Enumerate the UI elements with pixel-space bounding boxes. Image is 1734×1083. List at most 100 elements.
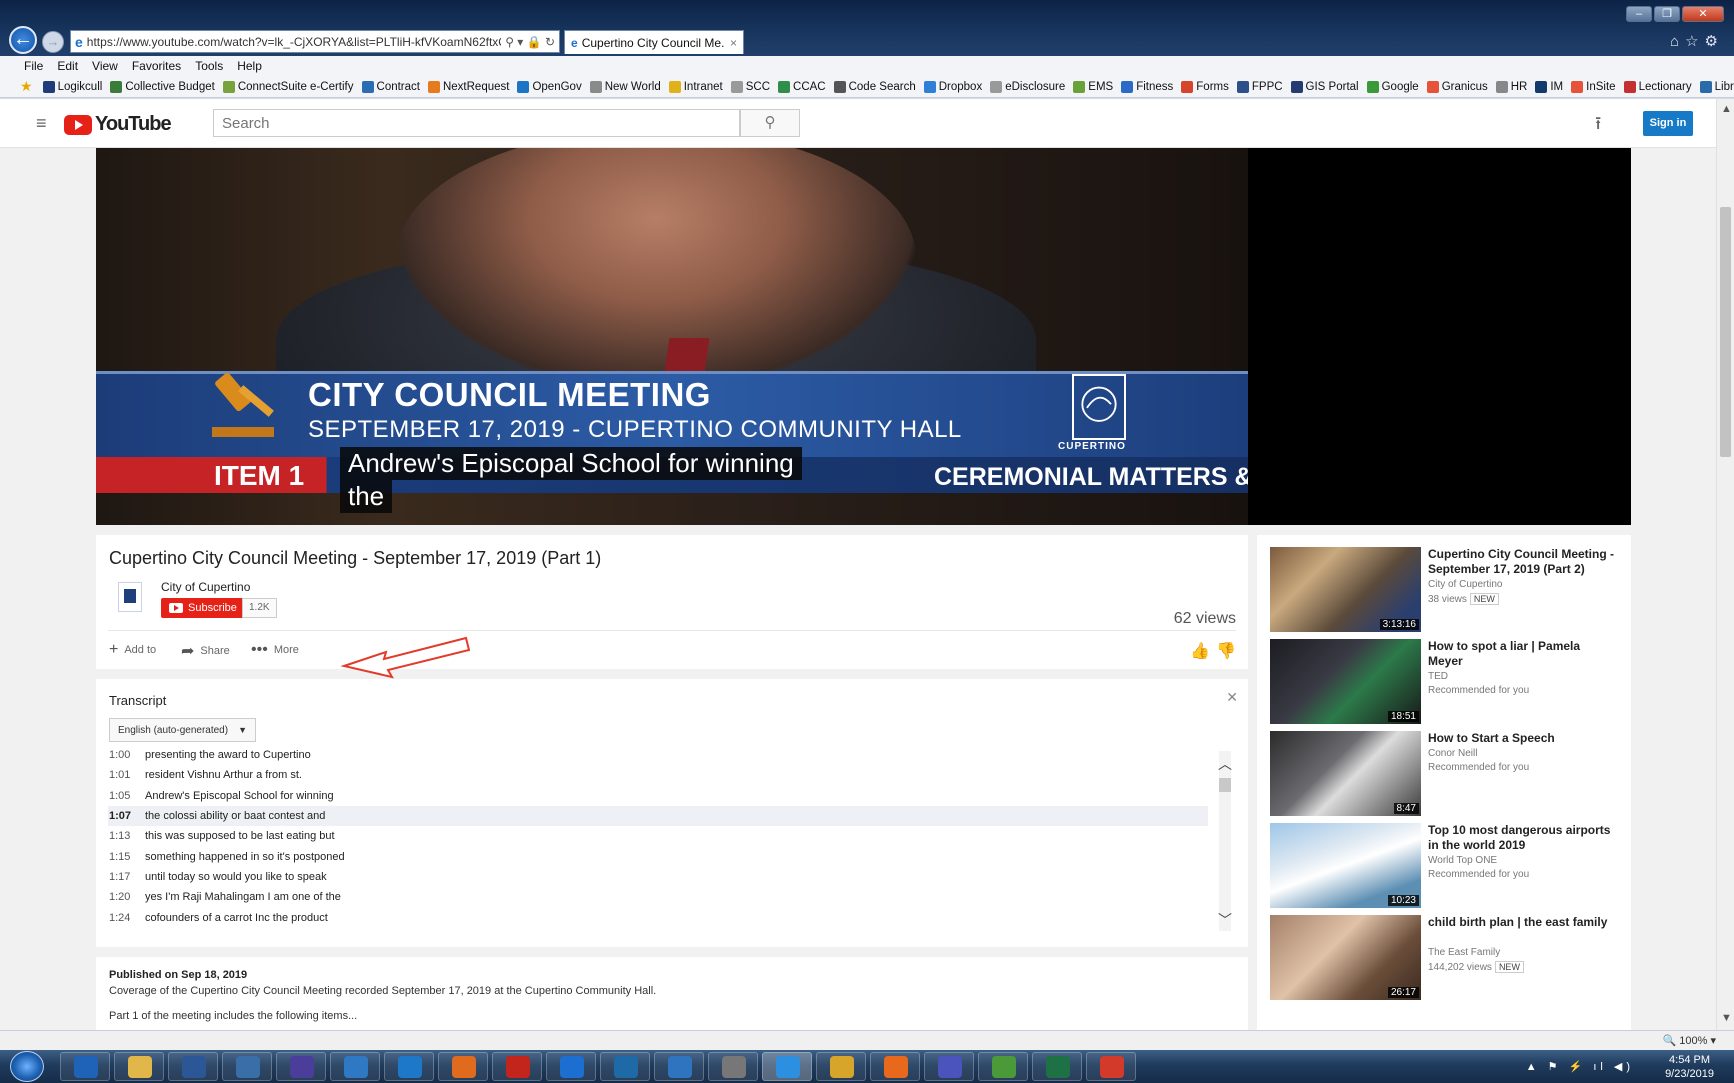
favorite-logikcull[interactable]: Logikcull (42, 80, 102, 93)
recommended-video[interactable]: 26:17 child birth plan | the east family T… (1270, 915, 1620, 1000)
transcript-cue[interactable]: 1:20 yes I'm Raji Mahalingam I am one of … (108, 887, 1208, 907)
menu-item-edit[interactable]: Edit (57, 59, 78, 73)
favorite-gis-portal[interactable]: GIS Portal (1290, 80, 1359, 93)
favorite-fppc[interactable]: FPPC (1236, 80, 1283, 93)
transcript-cue[interactable]: 1:00 presenting the award to Cupertino (108, 745, 1208, 765)
taskbar-firefox[interactable] (870, 1052, 920, 1081)
taskbar-app-runner[interactable] (330, 1052, 380, 1081)
favorite-ems[interactable]: EMS (1073, 80, 1113, 93)
taskbar-app-globe[interactable] (600, 1052, 650, 1081)
recommended-video[interactable]: 3:13:16 Cupertino City Council Meeting - … (1270, 547, 1620, 632)
chevron-down-icon[interactable]: ﹀ (1218, 910, 1232, 930)
channel-avatar[interactable] (118, 582, 142, 612)
sign-in-button[interactable]: Sign in (1643, 111, 1693, 136)
hamburger-menu-icon[interactable]: ≡ (36, 113, 47, 134)
favorite-connectsuite-e-certify[interactable]: ConnectSuite e-Certify (222, 80, 354, 93)
favorite-contract[interactable]: Contract (361, 80, 420, 93)
search-button[interactable]: ⚲ (740, 109, 800, 137)
chevron-up-icon[interactable]: ︿ (1218, 754, 1232, 774)
favorite-granicus[interactable]: Granicus (1426, 80, 1488, 93)
menu-item-favorites[interactable]: Favorites (132, 59, 181, 73)
taskbar-phone[interactable] (654, 1052, 704, 1081)
upload-icon[interactable]: ⭱ (1595, 111, 1601, 141)
taskbar-outlook[interactable] (60, 1052, 110, 1081)
taskbar-teams[interactable] (924, 1052, 974, 1081)
favorite-code-search[interactable]: Code Search (833, 80, 916, 93)
recommended-video[interactable]: 18:51 How to spot a liar | Pamela Meyer TE… (1270, 639, 1620, 724)
subscribe-button[interactable]: Subscribe (161, 598, 245, 618)
transcript-cue[interactable]: 1:13 this was supposed to be last eating … (108, 826, 1208, 846)
recommended-video-title[interactable]: child birth plan | the east family (1428, 915, 1618, 930)
video-frame[interactable]: CITY COUNCIL MEETING SEPTEMBER 17, 2019 … (96, 148, 1248, 525)
transcript-scroll-thumb[interactable] (1219, 778, 1231, 792)
transcript-cue[interactable]: 1:24 cofounders of a carrot Inc the produ… (108, 907, 1208, 927)
channel-name[interactable]: City of Cupertino (161, 580, 250, 594)
start-button[interactable] (10, 1051, 44, 1082)
taskbar-app-p[interactable] (276, 1052, 326, 1081)
recommended-video[interactable]: 8:47 How to Start a Speech Conor Neill Reco… (1270, 731, 1620, 816)
forward-button[interactable]: → (42, 31, 64, 53)
close-window-button[interactable]: ✕ (1682, 6, 1724, 22)
transcript-cue[interactable]: 1:07 the colossi ability or baat contest … (108, 805, 1208, 827)
transcript-language-select[interactable]: English (auto-generated) ▼ (109, 718, 256, 742)
more-button[interactable]: ••• More (251, 641, 299, 659)
taskbar-app-l[interactable] (438, 1052, 488, 1081)
taskbar-teamviewer[interactable] (546, 1052, 596, 1081)
scroll-down-icon[interactable]: ▼ (1721, 1012, 1732, 1024)
favorite-collective-budget[interactable]: Collective Budget (110, 80, 215, 93)
transcript-cue[interactable]: 1:05 Andrew's Episcopal School for winnin… (108, 786, 1208, 806)
favorite-library[interactable]: Library (1699, 80, 1734, 93)
tab-cupertino[interactable]: e Cupertino City Council Me... × (564, 30, 744, 54)
favorite-dropbox[interactable]: Dropbox (923, 80, 982, 93)
recommended-video-title[interactable]: Cupertino City Council Meeting - Septemb… (1428, 547, 1618, 577)
youtube-logo[interactable]: YouTube (64, 113, 172, 136)
minimize-button[interactable]: – (1626, 6, 1652, 22)
taskbar-app-target[interactable] (384, 1052, 434, 1081)
search-input[interactable] (213, 109, 740, 137)
taskbar-word[interactable] (168, 1052, 218, 1081)
address-bar[interactable]: e https://www.youtube.com/watch?v=lk_-Cj… (70, 30, 560, 53)
favorite-opengov[interactable]: OpenGov (517, 80, 582, 93)
video-thumbnail[interactable]: 3:13:16 (1270, 547, 1421, 632)
menu-item-help[interactable]: Help (237, 59, 262, 73)
transcript-cue[interactable]: 1:17 until today so would you like to spe… (108, 867, 1208, 887)
favorite-scc[interactable]: SCC (730, 80, 770, 93)
clock[interactable]: 4:54 PM 9/23/2019 (1665, 1053, 1714, 1081)
favorite-google[interactable]: Google (1366, 80, 1419, 93)
favorite-im[interactable]: IM (1535, 80, 1563, 93)
address-tools-icons[interactable]: ⚲ ▾ 🔒 ↻ (505, 35, 555, 49)
thumbs-down-icon[interactable]: 👎 (1216, 641, 1236, 661)
page-scrollbar[interactable]: ▲ ▼ (1716, 99, 1734, 1030)
taskbar-app-red[interactable] (1086, 1052, 1136, 1081)
zoom-level[interactable]: 🔍 100% ▾ (1663, 1034, 1716, 1047)
scroll-thumb[interactable] (1720, 207, 1731, 457)
favorite-nextrequest[interactable]: NextRequest (427, 80, 509, 93)
favorite-insite[interactable]: InSite (1571, 80, 1616, 93)
taskbar-chrome[interactable] (816, 1052, 866, 1081)
back-button[interactable]: ← (9, 26, 37, 54)
taskbar-app-tools[interactable] (708, 1052, 758, 1081)
taskbar-excel[interactable] (1032, 1052, 1082, 1081)
scroll-up-icon[interactable]: ▲ (1721, 103, 1732, 115)
transcript-cue[interactable]: 1:15 something happened in so it's postpo… (108, 846, 1208, 866)
menu-item-view[interactable]: View (92, 59, 118, 73)
recommended-video[interactable]: 10:23 Top 10 most dangerous airports in t… (1270, 823, 1620, 908)
thumbs-up-icon[interactable]: 👍 (1190, 641, 1210, 661)
home-favorites-settings-icons[interactable]: ⌂☆⚙ (1670, 32, 1724, 50)
system-tray-icons[interactable]: ▲ ⚑ ⚡ ıl ◀) (1526, 1060, 1634, 1073)
transcript-cue[interactable]: 1:01 resident Vishnu Arthur a from st. (108, 765, 1208, 785)
taskbar-file-explorer[interactable] (114, 1052, 164, 1081)
video-thumbnail[interactable]: 10:23 (1270, 823, 1421, 908)
video-thumbnail[interactable]: 18:51 (1270, 639, 1421, 724)
favorite-ccac[interactable]: CCAC (778, 80, 826, 93)
share-button[interactable]: ➦ Share (181, 641, 230, 661)
menu-item-tools[interactable]: Tools (195, 59, 223, 73)
favorite-hr[interactable]: HR (1495, 80, 1527, 93)
close-icon[interactable]: ✕ (1226, 689, 1238, 706)
favorite-edisclosure[interactable]: eDisclosure (990, 80, 1065, 93)
video-thumbnail[interactable]: 26:17 (1270, 915, 1421, 1000)
tab-close-icon[interactable]: × (730, 36, 737, 50)
taskbar-app-plane[interactable] (222, 1052, 272, 1081)
video-thumbnail[interactable]: 8:47 (1270, 731, 1421, 816)
recommended-video-title[interactable]: How to Start a Speech (1428, 731, 1618, 746)
